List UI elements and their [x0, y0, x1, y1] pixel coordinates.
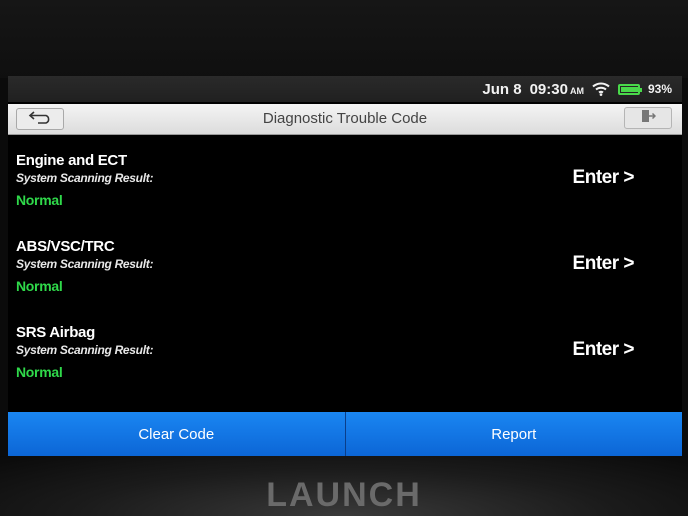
system-name: SRS Airbag — [16, 324, 95, 341]
exit-button[interactable] — [624, 107, 672, 129]
scan-status: Normal — [16, 278, 63, 294]
battery-percent: 93% — [647, 82, 672, 96]
device-bezel-top — [0, 0, 688, 78]
scan-status: Normal — [16, 192, 63, 208]
scan-result-label: System Scanning Result: — [16, 343, 154, 357]
page-title: Diagnostic Trouble Code — [262, 110, 428, 127]
wifi-icon — [592, 82, 610, 96]
clear-code-button[interactable]: Clear Code — [8, 412, 345, 456]
system-list: Engine and ECT System Scanning Result: N… — [8, 136, 682, 394]
enter-button-abs[interactable]: Enter > — [573, 253, 635, 275]
status-indicators: Jun 8 09:30 AM 93% — [482, 79, 672, 99]
action-bar: Clear Code Report — [8, 412, 682, 456]
status-time: 09:30 AM — [530, 81, 584, 98]
system-row-abs: ABS/VSC/TRC System Scanning Result: Norm… — [8, 222, 682, 308]
exit-icon — [640, 108, 657, 129]
system-name: Engine and ECT — [16, 152, 127, 169]
status-bar: Jun 8 09:30 AM 93% — [8, 76, 682, 102]
scan-status: Normal — [16, 364, 63, 380]
status-ampm: AM — [569, 85, 584, 96]
system-name: ABS/VSC/TRC — [16, 238, 115, 255]
status-clock: 09:30 — [529, 80, 568, 98]
scan-result-label: System Scanning Result: — [16, 257, 154, 271]
brand-logo: LAUNCH — [266, 476, 422, 514]
system-row-engine: Engine and ECT System Scanning Result: N… — [8, 136, 682, 222]
scan-result-label: System Scanning Result: — [16, 171, 154, 185]
battery-fill — [620, 86, 638, 92]
battery-icon — [617, 83, 642, 95]
report-button[interactable]: Report — [345, 412, 682, 456]
enter-button-engine[interactable]: Enter > — [573, 167, 635, 189]
device-screen: Jun 8 09:30 AM 93% Diagnostic Trouble Co… — [8, 76, 682, 456]
system-row-srs: SRS Airbag System Scanning Result: Norma… — [8, 308, 682, 394]
status-date: Jun 8 — [482, 80, 522, 98]
title-bar: Diagnostic Trouble Code — [8, 104, 682, 135]
enter-button-srs[interactable]: Enter > — [573, 339, 635, 361]
